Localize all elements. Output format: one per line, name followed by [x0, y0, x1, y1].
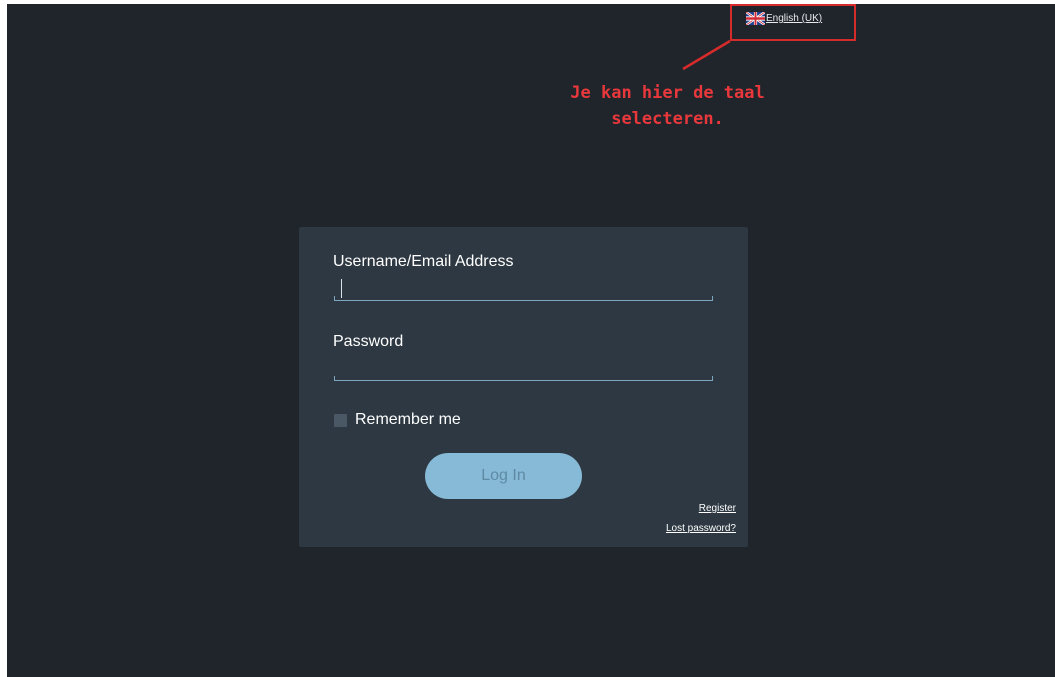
username-input-edge-right	[712, 296, 713, 301]
password-input-edge-left	[334, 376, 335, 381]
login-panel: Username/Email Address Password Remember…	[299, 227, 748, 547]
username-input-edge-left	[334, 296, 335, 301]
annotation-callout: Je kan hier de taal selecteren.	[545, 80, 790, 132]
language-label[interactable]: English (UK)	[766, 13, 822, 24]
language-selector[interactable]: English (UK)	[746, 12, 822, 25]
remember-me-label[interactable]: Remember me	[355, 411, 461, 429]
lost-password-link[interactable]: Lost password?	[666, 523, 736, 534]
password-input-edge-right	[712, 376, 713, 381]
username-input[interactable]	[334, 285, 713, 301]
register-link[interactable]: Register	[699, 503, 736, 514]
annotation-line-1: Je kan hier de taal	[570, 83, 765, 103]
text-caret	[341, 279, 342, 298]
uk-flag-icon	[746, 12, 765, 25]
password-label: Password	[333, 333, 404, 350]
username-label: Username/Email Address	[333, 253, 514, 270]
annotation-line-2: selecteren.	[611, 109, 724, 129]
password-input[interactable]	[334, 365, 713, 381]
remember-me-row[interactable]: Remember me	[334, 411, 461, 429]
remember-me-checkbox[interactable]	[334, 413, 347, 427]
login-button[interactable]: Log In	[425, 453, 582, 499]
